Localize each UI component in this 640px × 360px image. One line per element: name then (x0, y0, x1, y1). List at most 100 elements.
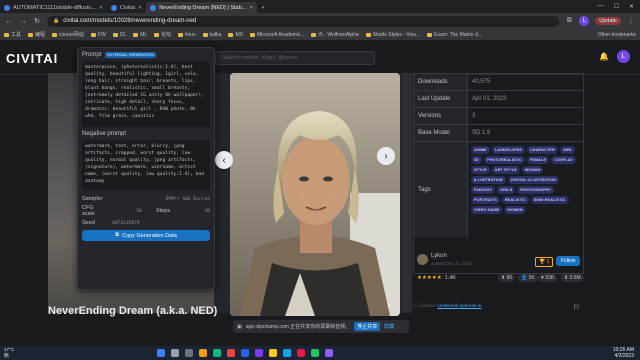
bookmark-label: MS (235, 31, 243, 38)
app-icon[interactable] (311, 349, 320, 357)
bell-icon[interactable]: 🔔 (599, 52, 609, 61)
bookmark-item[interactable]: Microsoft Academic... (249, 32, 304, 38)
close-icon[interactable]: ✕ (249, 5, 253, 11)
browser-profile-avatar[interactable]: L (579, 16, 590, 26)
civitai-page: CIVITAI Search models, #tags, @users 🔔 L (0, 41, 640, 346)
forward-icon[interactable]: → (19, 18, 27, 25)
weather-widget[interactable]: 17°C 阴 (0, 347, 14, 359)
search-icon[interactable] (171, 349, 180, 357)
reload-icon[interactable]: ↻ (33, 17, 41, 25)
bookmark-item[interactable]: ML (133, 32, 147, 38)
copy-generation-data-button[interactable]: ⧉ Copy Generation Data (82, 230, 210, 241)
bookmark-item[interactable]: course网站 (52, 31, 84, 38)
sampler-label: Sampler (82, 196, 103, 202)
tag-chip[interactable]: LANDSCAPES (491, 146, 525, 154)
app-icon[interactable] (227, 349, 236, 357)
back-icon[interactable]: ← (5, 18, 13, 25)
user-avatar[interactable]: L (617, 50, 630, 63)
bookmark-item[interactable]: linux (178, 32, 196, 38)
minimize-icon[interactable]: — (598, 3, 604, 10)
carousel-next-button[interactable]: › (377, 147, 395, 165)
extensions-icon[interactable]: ⧉ (565, 17, 573, 25)
browser-tab-ned[interactable]: NeverEnding Dream (NED) | Stab... ✕ (146, 2, 258, 13)
file-explorer-icon[interactable] (199, 349, 208, 357)
browser-tab-a1111[interactable]: AUTOMATIC1111/stable-diffusio... ✕ (0, 2, 107, 13)
carousel-prev-button[interactable]: ‹ (215, 151, 233, 169)
logo-text: CIVITAI (6, 51, 59, 66)
tag-chip[interactable]: VIDEO GAME (471, 206, 503, 214)
tag-chip[interactable]: ANIME (471, 146, 490, 154)
bookmark-item[interactable]: Exam: The Matrix cl... (427, 32, 482, 38)
tags-row: Tags ANIME LANDSCAPES CHARACTER GIRL 3D PHOTO… (414, 142, 583, 237)
tag-chip[interactable]: PHOTOREALISTIC (484, 156, 525, 164)
tag-chip[interactable]: COSPLAY (551, 156, 576, 164)
chrome-icon[interactable] (269, 349, 278, 357)
bookmark-item[interactable]: MS (228, 32, 243, 38)
edge-icon[interactable] (213, 349, 222, 357)
close-icon[interactable]: ✕ (138, 5, 142, 11)
tab-favicon-icon (4, 4, 10, 11)
app-icon[interactable] (297, 349, 306, 357)
seed-value: 4074135879 (112, 220, 140, 226)
follow-button[interactable]: Follow (556, 256, 581, 266)
bookmark-item[interactable]: Studio Styles - Visu... (365, 32, 420, 38)
bookmark-item[interactable]: r5 - WolframAlpha (311, 32, 359, 38)
tag-chip[interactable]: STYLE (471, 166, 490, 174)
bookmark-item[interactable]: 论坛 (154, 31, 171, 38)
bookmark-item[interactable]: 工具 (4, 31, 21, 38)
license-prefix: License: (418, 303, 436, 308)
start-icon[interactable] (157, 349, 166, 357)
details-rows: Downloads 40,575 Last Update Apr 01, 2023 Ve… (414, 74, 583, 142)
hide-toast-button[interactable]: 隐藏 (384, 323, 394, 330)
tag-chip[interactable]: WOMAN (521, 166, 544, 174)
negative-prompt-text[interactable]: watermark, text, error, blurry, jpeg art… (82, 140, 210, 190)
address-toolbar: ← → ↻ 🔒 civitai.com/models/10028/neverend… (0, 13, 640, 29)
tag-chip[interactable]: FEMALE (526, 156, 550, 164)
app-icon[interactable] (283, 349, 292, 357)
license-link[interactable]: creativeml-openrail-m (437, 303, 481, 308)
cfg-steps-row: CFG scale 10 Steps 30 (82, 205, 210, 217)
tag-chip[interactable]: ILLUSTRATION (471, 176, 506, 184)
url-field[interactable]: 🔒 civitai.com/models/10028/neverending-dr… (47, 15, 560, 27)
close-icon[interactable]: ✕ (99, 5, 103, 11)
tag-chip[interactable]: GIRLS (497, 186, 516, 194)
gallery-image-next[interactable] (402, 73, 412, 313)
gallery-image-main[interactable]: ◔ (230, 73, 400, 316)
creator-name[interactable]: Lykon (431, 253, 447, 259)
tag-chip[interactable]: PHOTOGRAPHY (517, 186, 555, 194)
report-icon[interactable]: ⚐ (573, 303, 580, 312)
new-tab-button[interactable]: + (257, 2, 268, 13)
app-icon[interactable] (325, 349, 334, 357)
tag-chip[interactable]: SEMI REALISTIC (530, 196, 569, 204)
browser-update-button[interactable]: Update (595, 17, 621, 25)
creator-avatar[interactable] (417, 254, 428, 265)
other-bookmarks[interactable]: Other bookmarks (598, 32, 636, 38)
tag-chip[interactable]: GIRL (559, 146, 576, 154)
bookmark-item[interactable]: 编程 (28, 31, 45, 38)
close-window-icon[interactable]: ✕ (629, 3, 634, 10)
bookmark-item[interactable]: DL (112, 32, 126, 38)
stop-sharing-button[interactable]: 停止共享 (354, 322, 381, 331)
vscode-icon[interactable] (241, 349, 250, 357)
tab-favicon-icon (150, 4, 157, 11)
bookmark-item[interactable]: kafka (202, 32, 221, 38)
browser-menu-icon[interactable]: ⋮ (627, 17, 635, 25)
prompt-text[interactable]: masterpiece, (photorealistic:1.4), best … (82, 61, 210, 127)
app-icon[interactable] (255, 349, 264, 357)
tag-chip[interactable]: REALISTIC (501, 196, 529, 204)
tag-chip[interactable]: 3D (471, 156, 483, 164)
tag-chip[interactable]: ART STYLE (491, 166, 520, 174)
tag-chip[interactable]: WOMEN (504, 206, 526, 214)
tag-chip[interactable]: PORTRAITS (471, 196, 500, 204)
system-clock[interactable]: 10:26 AM 4/2/2023 (613, 347, 634, 359)
civitai-logo[interactable]: CIVITAI (6, 51, 58, 66)
bookmark-item[interactable]: FW (91, 32, 106, 38)
tag-chip[interactable]: FANTASY (471, 186, 496, 194)
maximize-icon[interactable]: ☐ (614, 3, 619, 10)
browser-tab-civitai[interactable]: Civitai ✕ (107, 2, 146, 13)
reaction-icon[interactable]: ◔ (386, 301, 391, 310)
tag-chip[interactable]: DIGITAL ILLUSTRATION (507, 176, 560, 184)
site-search-input[interactable]: Search models, #tags, @users (215, 51, 375, 65)
task-view-icon[interactable] (185, 349, 194, 357)
tag-chip[interactable]: CHARACTER (526, 146, 558, 154)
